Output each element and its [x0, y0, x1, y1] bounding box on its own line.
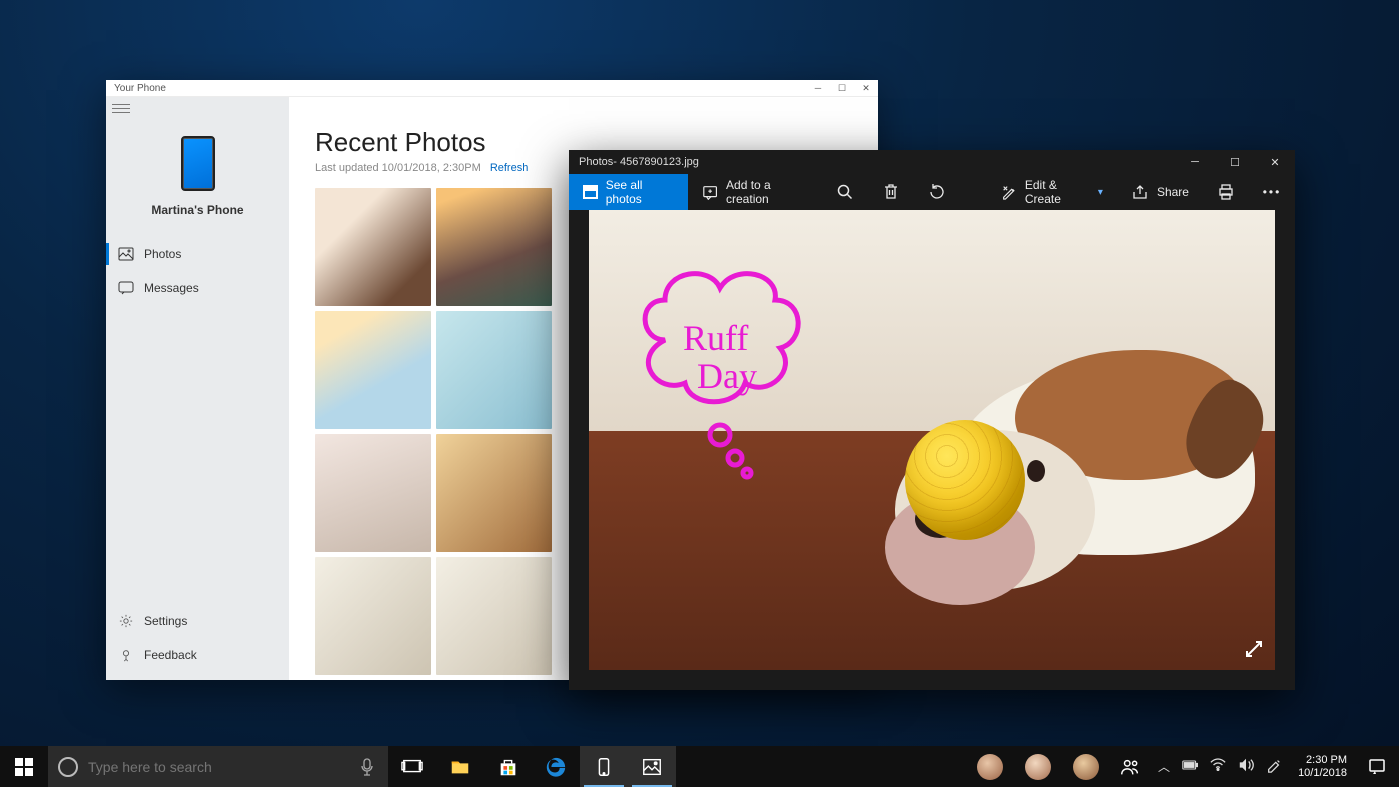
more-icon: •••: [1263, 183, 1281, 201]
taskbar-contact[interactable]: [1014, 746, 1062, 787]
sidebar-item-settings[interactable]: Settings: [106, 604, 289, 638]
start-button[interactable]: [0, 746, 48, 787]
messages-icon: [118, 280, 134, 296]
photo-thumbnail[interactable]: [315, 434, 431, 552]
sidebar-item-feedback[interactable]: Feedback: [106, 638, 289, 672]
taskbar-contact[interactable]: [1062, 746, 1110, 787]
rotate-button[interactable]: [914, 174, 960, 210]
avatar-icon: [1073, 754, 1099, 780]
ink-workspace-icon[interactable]: [1266, 757, 1282, 776]
gear-icon: [118, 613, 134, 629]
sidebar-item-label: Messages: [144, 281, 199, 295]
taskbar-app-taskview[interactable]: [388, 746, 436, 787]
taskbar-app-yourphone[interactable]: [580, 746, 628, 787]
taskbar-app-edge[interactable]: [532, 746, 580, 787]
gallery-icon: [583, 185, 598, 199]
see-all-photos-button[interactable]: See all photos: [569, 174, 688, 210]
battery-icon[interactable]: [1182, 757, 1198, 776]
edit-icon: [1001, 183, 1017, 201]
microphone-icon[interactable]: [356, 758, 378, 776]
add-creation-icon: [702, 183, 718, 201]
rotate-icon: [928, 183, 946, 201]
device-name: Martina's Phone: [151, 203, 243, 217]
share-button[interactable]: Share: [1117, 174, 1203, 210]
your-phone-sidebar: Martina's Phone Photos Messages: [106, 97, 289, 680]
action-center-button[interactable]: [1355, 746, 1399, 787]
maximize-button[interactable]: ☐: [1215, 150, 1255, 174]
delete-button[interactable]: [868, 174, 914, 210]
dog-photo-illustration: [895, 310, 1275, 590]
system-tray: ︿: [1150, 757, 1290, 776]
your-phone-titlebar[interactable]: Your Phone ─ ☐ ✕: [106, 80, 878, 97]
minimize-button[interactable]: ─: [1175, 150, 1215, 174]
zoom-icon: [836, 183, 854, 201]
cortana-icon: [58, 757, 78, 777]
photos-titlebar[interactable]: Photos- 4567890123.jpg ─ ☐ ✕: [569, 150, 1295, 174]
photos-icon: [118, 246, 134, 262]
photo-thumbnail[interactable]: [436, 434, 552, 552]
fullscreen-button[interactable]: [1239, 634, 1269, 664]
photo-canvas[interactable]: Ruff Day: [589, 210, 1275, 670]
sidebar-item-messages[interactable]: Messages: [106, 271, 289, 305]
sidebar-item-label: Settings: [144, 614, 187, 628]
trash-icon: [882, 183, 900, 201]
refresh-link[interactable]: Refresh: [490, 162, 529, 174]
sidebar-item-label: Feedback: [144, 648, 197, 662]
avatar-icon: [1025, 754, 1051, 780]
taskbar-app-store[interactable]: [484, 746, 532, 787]
close-button[interactable]: ✕: [1255, 150, 1295, 174]
hamburger-icon[interactable]: [112, 101, 130, 116]
photos-title: Photos- 4567890123.jpg: [579, 156, 699, 168]
photos-toolbar: See all photos Add to a creation: [569, 174, 1295, 210]
maximize-button[interactable]: ☐: [830, 80, 854, 97]
print-button[interactable]: [1203, 174, 1249, 210]
minimize-button[interactable]: ─: [806, 80, 830, 97]
add-creation-label: Add to a creation: [726, 178, 808, 206]
photo-thumbnail[interactable]: [315, 557, 431, 675]
photo-thumbnail[interactable]: [436, 311, 552, 429]
avatar-icon: [977, 754, 1003, 780]
search-input[interactable]: [88, 759, 346, 775]
clock-time: 2:30 PM: [1298, 754, 1347, 767]
share-icon: [1131, 183, 1149, 201]
edit-create-label: Edit & Create: [1025, 178, 1088, 206]
see-all-label: See all photos: [606, 178, 674, 206]
taskbar-app-photos[interactable]: [628, 746, 676, 787]
photo-thumbnail[interactable]: [315, 188, 431, 306]
sidebar-item-photos[interactable]: Photos: [106, 237, 289, 271]
last-updated-text: Last updated 10/01/2018, 2:30PM: [315, 162, 481, 174]
photo-thumbnail[interactable]: [315, 311, 431, 429]
chevron-down-icon: ▾: [1098, 187, 1103, 198]
clock-date: 10/1/2018: [1298, 767, 1347, 780]
photo-thumbnail[interactable]: [436, 188, 552, 306]
close-button[interactable]: ✕: [854, 80, 878, 97]
print-icon: [1217, 183, 1235, 201]
share-label: Share: [1157, 185, 1189, 199]
your-phone-title: Your Phone: [114, 83, 166, 94]
add-to-creation-button[interactable]: Add to a creation: [688, 174, 822, 210]
photos-window: Photos- 4567890123.jpg ─ ☐ ✕ See all pho…: [569, 150, 1295, 690]
sidebar-item-label: Photos: [144, 247, 181, 261]
tray-overflow-icon[interactable]: ︿: [1158, 758, 1170, 775]
edit-create-button[interactable]: Edit & Create ▾: [987, 174, 1117, 210]
taskbar-search[interactable]: [48, 746, 388, 787]
feedback-icon: [118, 647, 134, 663]
volume-icon[interactable]: [1238, 757, 1254, 776]
taskbar-clock[interactable]: 2:30 PM 10/1/2018: [1290, 754, 1355, 779]
taskbar: ︿ 2:30 PM 10/1/2018: [0, 746, 1399, 787]
more-button[interactable]: •••: [1249, 174, 1295, 210]
people-button[interactable]: [1110, 746, 1150, 787]
photo-thumbnail[interactable]: [436, 557, 552, 675]
phone-illustration-icon: [181, 136, 215, 191]
zoom-button[interactable]: [822, 174, 868, 210]
taskbar-contact[interactable]: [966, 746, 1014, 787]
taskbar-app-explorer[interactable]: [436, 746, 484, 787]
wifi-icon[interactable]: [1210, 757, 1226, 776]
